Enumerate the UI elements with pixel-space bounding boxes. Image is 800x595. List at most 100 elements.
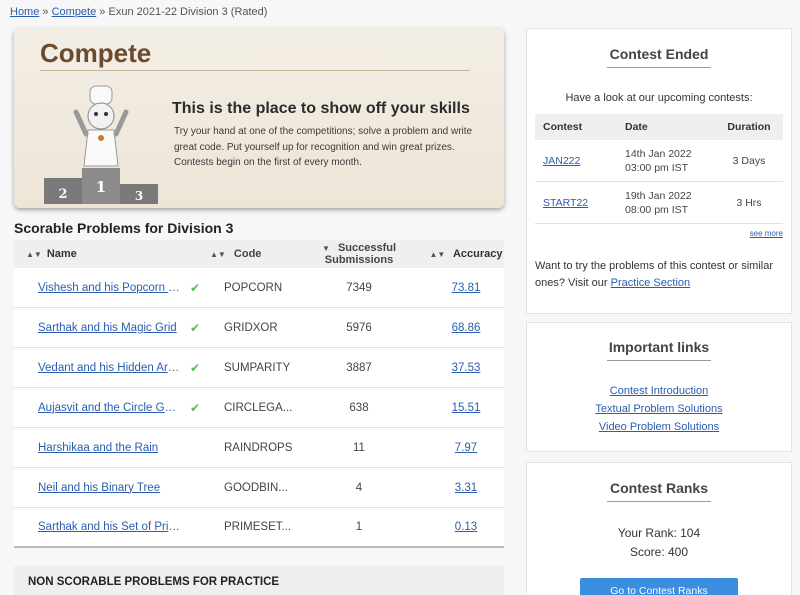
name-column-header[interactable]: ▲▼ Name xyxy=(14,248,210,260)
problem-link[interactable]: Aujasvit and the Circle Game xyxy=(38,402,180,414)
problem-link[interactable]: Neil and his Binary Tree xyxy=(38,482,180,494)
problem-link[interactable]: Sarthak and his Magic Grid xyxy=(38,322,180,334)
score-value: 400 xyxy=(668,545,689,559)
check-icon: ✔ xyxy=(190,400,201,415)
table-row: Neil and his Binary Tree GOODBIN... 4 3.… xyxy=(14,468,504,508)
upcoming-contests-table: Contest Date Duration JAN222 14th Jan 20… xyxy=(535,114,783,224)
problem-code: GOODBIN... xyxy=(224,481,288,494)
banner-title: Compete xyxy=(40,38,152,68)
table-row: Sarthak and his Set of Primes PRIMESET..… xyxy=(14,508,504,548)
submission-count: 3887 xyxy=(346,361,372,374)
problem-code: CIRCLEGA... xyxy=(224,401,293,414)
scorable-problems-title: Scorable Problems for Division 3 xyxy=(14,220,234,236)
contest-ended-card: Contest Ended Have a look at our upcomin… xyxy=(526,28,792,314)
breadcrumb-compete-link[interactable]: Compete xyxy=(52,6,97,18)
accuracy-link[interactable]: 73.81 xyxy=(452,282,481,294)
accuracy-link[interactable]: 0.13 xyxy=(455,521,477,533)
problem-code: PRIMESET... xyxy=(224,521,292,533)
podium-label-3: 3 xyxy=(135,189,143,203)
rank-label: Your Rank: xyxy=(617,526,677,540)
accuracy-column-header[interactable]: ▲▼ Accuracy xyxy=(428,248,504,260)
practice-prompt: Want to try the problems of this contest… xyxy=(535,258,783,292)
upcoming-contests-header: Contest Date Duration xyxy=(535,114,783,140)
contest-introduction-link[interactable]: Contest Introduction xyxy=(610,385,708,397)
sort-icon: ▲▼ xyxy=(26,249,42,259)
important-links-title: Important links xyxy=(608,339,710,355)
banner-divider xyxy=(40,70,470,71)
contest-date-time: 08:00 pm IST xyxy=(625,203,689,216)
table-row: Vedant and his Hidden Array ✔ SUMPARITY 3… xyxy=(14,348,504,388)
contest-date-day: 19th Jan 2022 xyxy=(625,189,692,202)
contest-ended-title: Contest Ended xyxy=(609,46,709,62)
submissions-column-header[interactable]: ▼ Successful Submissions xyxy=(290,242,428,266)
sort-icon: ▲▼ xyxy=(210,250,226,259)
chef-podium-illustration: 2 1 3 xyxy=(44,85,158,204)
left-column: Compete 2 1 3 This is the place to show … xyxy=(14,28,504,595)
textual-solutions-link[interactable]: Textual Problem Solutions xyxy=(595,403,722,415)
header-label: Successful Submissions xyxy=(324,242,397,266)
table-row: JAN222 14th Jan 2022 03:00 pm IST 3 Days xyxy=(535,140,783,182)
date-column-header: Date xyxy=(625,121,648,133)
accuracy-link[interactable]: 15.51 xyxy=(452,402,481,414)
title-underline xyxy=(607,67,711,68)
problem-link[interactable]: Harshikaa and the Rain xyxy=(38,442,180,454)
contest-ranks-title: Contest Ranks xyxy=(609,480,709,496)
contest-date: 19th Jan 2022 08:00 pm IST xyxy=(625,189,715,217)
accuracy-link[interactable]: 3.31 xyxy=(455,482,477,494)
table-row: Sarthak and his Magic Grid ✔ GRIDXOR 5976… xyxy=(14,308,504,348)
contest-column-header: Contest xyxy=(543,121,583,133)
contest-date-time: 03:00 pm IST xyxy=(625,161,689,174)
check-icon: ✔ xyxy=(190,320,201,335)
submission-count: 5976 xyxy=(346,321,372,334)
contest-date: 14th Jan 2022 03:00 pm IST xyxy=(625,147,715,175)
problem-link[interactable]: Vishesh and his Popcorn Maker xyxy=(38,282,180,294)
code-column-header[interactable]: ▲▼ Code xyxy=(210,248,290,260)
compete-banner: Compete 2 1 3 This is the place to show … xyxy=(14,28,504,208)
sort-icon: ▼ xyxy=(321,244,330,253)
important-links-card: Important links Contest Introduction Tex… xyxy=(526,322,792,452)
contest-ranks-card: Contest Ranks Your Rank: 104 Score: 400 … xyxy=(526,462,792,595)
submission-count: 7349 xyxy=(346,281,372,294)
accuracy-link[interactable]: 7.97 xyxy=(455,442,477,454)
video-solutions-link[interactable]: Video Problem Solutions xyxy=(599,421,719,433)
your-score: Score: 400 xyxy=(527,543,791,562)
table-row: Harshikaa and the Rain RAINDROPS 11 7.97 xyxy=(14,428,504,468)
breadcrumb-separator: » xyxy=(42,6,49,18)
contest-link[interactable]: START22 xyxy=(543,197,588,209)
contest-link[interactable]: JAN222 xyxy=(543,155,580,167)
title-underline xyxy=(607,360,711,361)
sort-icon: ▲▼ xyxy=(429,250,446,259)
your-rank: Your Rank: 104 xyxy=(527,524,791,543)
problem-code: GRIDXOR xyxy=(224,321,278,334)
breadcrumb-separator: » xyxy=(99,6,106,18)
header-label: Accuracy xyxy=(452,248,503,260)
problem-link[interactable]: Sarthak and his Set of Primes xyxy=(38,521,180,533)
go-to-contest-ranks-button[interactable]: Go to Contest Ranks xyxy=(580,578,738,595)
banner-description: Try your hand at one of the competitions… xyxy=(174,126,473,168)
problems-table-header: ▲▼ Name ▲▼ Code ▼ Successful Submissions… xyxy=(14,240,504,268)
check-icon: ✔ xyxy=(190,360,201,375)
submission-count: 4 xyxy=(355,481,363,494)
accuracy-link[interactable]: 37.53 xyxy=(452,362,481,374)
duration-column-header: Duration xyxy=(727,121,771,133)
breadcrumb: Home » Compete » Exun 2021-22 Division 3… xyxy=(10,6,267,18)
problems-table: ▲▼ Name ▲▼ Code ▼ Successful Submissions… xyxy=(14,240,504,548)
breadcrumb-current: Exun 2021-22 Division 3 (Rated) xyxy=(108,6,268,18)
contest-date-day: 14th Jan 2022 xyxy=(625,147,692,160)
podium-label-1: 1 xyxy=(96,178,106,196)
table-row: Aujasvit and the Circle Game ✔ CIRCLEGA..… xyxy=(14,388,504,428)
submission-count: 1 xyxy=(355,521,363,533)
table-row: Vishesh and his Popcorn Maker ✔ POPCORN 7… xyxy=(14,268,504,308)
accuracy-link[interactable]: 68.86 xyxy=(452,322,481,334)
title-underline xyxy=(607,501,711,502)
rank-value: 104 xyxy=(680,526,701,540)
contest-duration: 3 Hrs xyxy=(736,196,762,209)
see-more-link[interactable]: see more xyxy=(750,229,783,238)
problem-link[interactable]: Vedant and his Hidden Array xyxy=(38,362,180,374)
submission-count: 638 xyxy=(349,401,369,414)
check-icon: ✔ xyxy=(190,280,201,295)
breadcrumb-home-link[interactable]: Home xyxy=(10,6,39,18)
score-label: Score: xyxy=(629,545,665,559)
header-label: Code xyxy=(233,248,262,260)
practice-section-link[interactable]: Practice Section xyxy=(611,277,690,289)
